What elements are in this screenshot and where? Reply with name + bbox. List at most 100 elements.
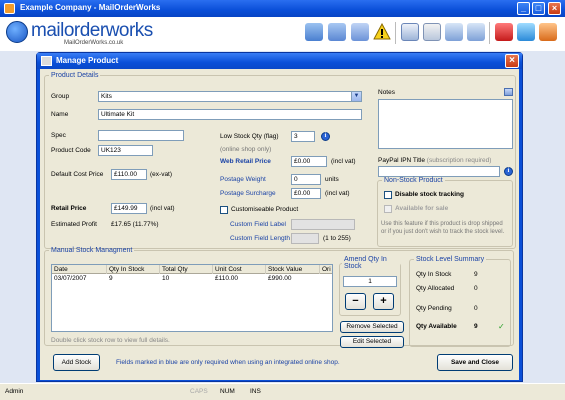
non-stock-legend: Non-Stock Product (384, 177, 443, 184)
products-icon[interactable] (351, 23, 369, 41)
column-header[interactable]: Unit Cost (213, 265, 266, 274)
info-icon[interactable]: i (504, 167, 513, 176)
low-stock-label: Low Stock Qty (flag) (220, 133, 279, 140)
postage-surcharge-label: Postage Surcharge (220, 190, 276, 197)
window-title: Example Company - MailOrderWorks (20, 3, 161, 12)
postage-surcharge-field[interactable]: £0.00 (291, 188, 321, 199)
low-stock-field[interactable]: 3 (291, 131, 315, 142)
cell-qty-in-stock: 9 (109, 275, 113, 282)
online-only-note: (online shop only) (220, 146, 272, 153)
web-retail-price-field[interactable]: £0.00 (291, 156, 327, 167)
group-select[interactable]: Kits ▼ (98, 91, 362, 102)
notes-textarea[interactable] (378, 99, 513, 149)
decrease-qty-button[interactable]: − (345, 293, 366, 310)
column-header[interactable]: Stock Value (266, 265, 320, 274)
reports-icon[interactable] (401, 23, 419, 41)
logo-mark-icon (6, 21, 28, 43)
column-header[interactable]: Date (52, 265, 107, 274)
postage-weight-field[interactable]: 0 (291, 174, 321, 185)
column-header[interactable]: Total Qty (160, 265, 213, 274)
qty-allocated-label: Qty Allocated (416, 285, 455, 292)
paypal-ipn-field[interactable] (378, 166, 500, 177)
info-icon[interactable]: i (321, 132, 330, 141)
edit-icon[interactable] (423, 23, 441, 41)
users-icon[interactable] (539, 23, 557, 41)
maximize-button[interactable]: □ (532, 2, 545, 15)
logo-subtitle: MailOrderWorks.co.uk (64, 40, 124, 46)
toolbar-separator (489, 22, 490, 44)
non-stock-group: Non-Stock Product Disable stock tracking… (377, 177, 513, 247)
group-value: Kits (101, 93, 112, 100)
dialog-title-bar: Manage Product × (37, 53, 522, 69)
column-header[interactable]: Ori (320, 265, 332, 274)
custom-field-label-input[interactable] (291, 219, 355, 230)
custom-field-label-label: Custom Field Label (230, 221, 286, 228)
remove-icon[interactable] (467, 23, 485, 41)
table-header: Date Qty In Stock Total Qty Unit Cost St… (52, 265, 332, 274)
estimated-profit-label: Estimated Profit (51, 221, 97, 228)
default-cost-field[interactable]: £110.00 (111, 169, 147, 180)
available-for-sale-checkbox[interactable] (384, 205, 392, 213)
qty-available-label: Qty Available (416, 323, 457, 330)
add-icon[interactable] (445, 23, 463, 41)
customers-icon[interactable] (305, 23, 323, 41)
table-row[interactable]: 03/07/2007 9 10 £110.00 £990.00 (52, 274, 332, 283)
minimize-button[interactable]: _ (517, 2, 530, 15)
dialog-title: Manage Product (56, 56, 119, 65)
customisable-label: Customiseable Product (231, 206, 299, 213)
status-caps: CAPS (190, 388, 208, 395)
status-ins: INS (250, 388, 261, 395)
product-code-label: Product Code (51, 147, 91, 154)
qty-available-value: 9 (474, 323, 478, 330)
cell-unit-cost: £110.00 (215, 275, 239, 282)
gift-icon[interactable] (495, 23, 513, 41)
increase-qty-button[interactable]: + (373, 293, 394, 310)
footer-note: Fields marked in blue are only required … (116, 359, 340, 366)
column-header[interactable]: Qty In Stock (107, 265, 160, 274)
amend-qty-group: Amend Qty In Stock 1 − + (339, 256, 401, 316)
spec-field[interactable] (98, 130, 184, 141)
name-label: Name (51, 111, 69, 118)
orders-icon[interactable] (328, 23, 346, 41)
add-stock-button[interactable]: Add Stock (53, 354, 100, 371)
group-label: Group (51, 93, 70, 100)
qty-pending-value: 0 (474, 305, 478, 312)
paypal-ipn-hint: (subscription required) (426, 157, 492, 164)
cell-stock-value: £990.00 (268, 275, 292, 282)
cell-date: 03/07/2007 (54, 275, 87, 282)
dialog-close-button[interactable]: × (505, 54, 519, 68)
window-close-button[interactable]: × (548, 2, 561, 15)
qty-allocated-value: 0 (474, 285, 478, 292)
disable-stock-tracking-label: Disable stock tracking (395, 191, 464, 198)
remove-selected-button[interactable]: Remove Selected (340, 321, 404, 333)
web-retail-price-label: Web Retail Price (220, 158, 271, 165)
disable-stock-tracking-checkbox[interactable] (384, 191, 392, 199)
stock-table[interactable]: Date Qty In Stock Total Qty Unit Cost St… (51, 264, 333, 332)
retail-price-field[interactable]: £149.99 (111, 203, 147, 214)
status-bar: Admin CAPS NUM INS (0, 383, 565, 400)
retail-price-label: Retail Price (51, 205, 87, 212)
dialog-body: Product Details Group Kits ▼ Name Ultima… (40, 69, 519, 380)
customisable-checkbox[interactable] (220, 206, 228, 214)
stats-icon[interactable] (517, 23, 535, 41)
estimated-profit-value: £17.65 (11.77%) (111, 221, 159, 228)
stock-summary-legend: Stock Level Summary (416, 256, 485, 263)
postage-surcharge-suffix: (incl vat) (325, 190, 350, 197)
app-icon (4, 3, 15, 14)
save-and-close-button[interactable]: Save and Close (437, 354, 513, 371)
cell-total-qty: 10 (162, 275, 170, 282)
toolbar-separator (395, 22, 396, 44)
product-details-legend: Product Details (51, 72, 99, 79)
edit-selected-button[interactable]: Edit Selected (340, 336, 404, 348)
manual-stock-group: Manual Stock Managment Date Qty In Stock… (44, 247, 514, 348)
amend-qty-field[interactable]: 1 (343, 276, 397, 287)
spec-label: Spec (51, 132, 66, 139)
notes-expand-icon[interactable] (504, 88, 513, 96)
product-code-field[interactable]: UK123 (98, 145, 153, 156)
check-icon: ✓ (498, 322, 505, 331)
custom-field-length-input[interactable] (291, 233, 319, 244)
warning-icon[interactable] (373, 23, 391, 41)
status-num: NUM (220, 388, 235, 395)
postage-weight-suffix: units (325, 176, 339, 183)
name-field[interactable]: Ultimate Kit (98, 109, 362, 120)
